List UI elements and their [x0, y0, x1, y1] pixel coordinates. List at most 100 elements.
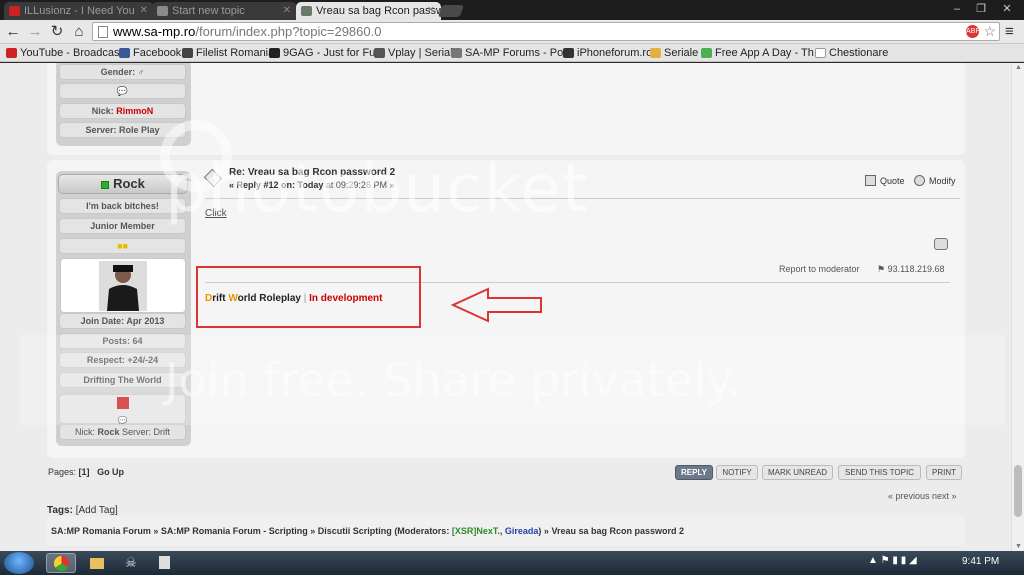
breadcrumb-sep: » — [153, 526, 159, 536]
url-path: /forum/index.php?topic=29860.0 — [195, 24, 382, 39]
poster-join-date: Join Date: Apr 2013 — [59, 313, 186, 329]
moderator-link[interactable]: Gireada — [505, 526, 539, 536]
breadcrumb-sep: » — [310, 526, 316, 536]
nick-value: RimmoN — [116, 106, 154, 116]
watermark-slogan: Join free. Share privately. — [165, 353, 742, 407]
address-bar[interactable]: www.sa-mp.ro/forum/index.php?topic=29860… — [92, 22, 1000, 41]
filelist-icon — [182, 48, 193, 58]
poster-nick-line: Nick: Rock Server: Drift — [59, 424, 186, 440]
bookmark-filelist[interactable]: Filelist Romania — [182, 45, 274, 61]
scroll-up-icon[interactable]: ▲ — [1015, 64, 1022, 71]
bookmark-youtube[interactable]: YouTube - Broadcas... — [6, 45, 129, 61]
window-close-icon[interactable]: ✕ — [996, 0, 1018, 18]
ip-text: 93.118.219.68 — [887, 264, 945, 274]
bookmark-label: YouTube - Broadcas... — [20, 47, 129, 59]
start-button[interactable] — [4, 552, 34, 574]
avatar — [60, 258, 186, 313]
bookmark-free-app[interactable]: Free App A Day - Th... — [701, 45, 823, 61]
tab-start-new-topic[interactable]: Start new topic ✕ — [152, 2, 297, 20]
server-text: Server: Role Play — [85, 125, 160, 135]
chrome-icon — [54, 556, 69, 571]
vplay-icon — [374, 48, 385, 58]
iphoneforum-icon — [563, 48, 574, 58]
online-status-icon — [101, 180, 110, 189]
scrollbar[interactable]: ▲ ▼ — [1011, 63, 1024, 551]
moderator-link[interactable]: [XSR]NexT. — [452, 526, 500, 536]
notify-button[interactable]: NOTIFY — [716, 465, 758, 480]
clock[interactable]: 9:41 PM — [962, 556, 999, 567]
game-task[interactable]: ☠ — [116, 553, 146, 573]
send-topic-button[interactable]: SEND THIS TOPIC — [838, 465, 921, 480]
close-icon[interactable]: ✕ — [140, 2, 148, 20]
chat-icon[interactable]: 💬 — [117, 86, 128, 96]
add-tag-link[interactable]: [Add Tag] — [76, 505, 118, 516]
chrome-task[interactable] — [46, 553, 76, 573]
minimize-icon[interactable]: – — [946, 0, 968, 18]
tray-icons[interactable]: ▲ ⚑ ▮ ▮ ◢ — [868, 555, 917, 566]
bookmark-label: 9GAG - Just for Fun! — [283, 47, 385, 59]
bookmark-samp-forums[interactable]: SA-MP Forums - Po... — [451, 45, 572, 61]
forward-icon[interactable]: → — [26, 23, 44, 41]
tags: Tags: [Add Tag] — [47, 505, 118, 516]
tab-current[interactable]: Vreau sa bag Rcon passw ✕ — [296, 2, 441, 20]
rank-stars-icon: ■■ — [117, 241, 128, 251]
free-app-icon — [701, 48, 712, 58]
bookmark-iphoneforum[interactable]: iPhoneforum.ro — [563, 45, 652, 61]
calculator-task[interactable] — [150, 553, 180, 573]
prev-next-links[interactable]: « previous next » — [888, 491, 957, 501]
page-icon — [98, 26, 108, 38]
bookmark-label: Vplay | Seriale — [388, 47, 459, 59]
close-icon[interactable]: ✕ — [427, 2, 435, 20]
reload-icon[interactable]: ↻ — [48, 23, 66, 41]
new-tab-button[interactable] — [437, 5, 465, 17]
home-icon[interactable]: ⌂ — [70, 23, 88, 41]
breadcrumb-forum[interactable]: SA:MP Romania Forum — [51, 526, 151, 536]
modify-label: Modify — [929, 176, 956, 186]
poster-gender: Gender: ♂ — [59, 64, 186, 80]
pages-label: Pages: — [48, 467, 77, 477]
reply-button[interactable]: REPLY — [675, 465, 713, 480]
bookmark-9gag[interactable]: 9GAG - Just for Fun! — [269, 45, 384, 61]
scroll-thumb[interactable] — [1014, 465, 1022, 517]
extension-icon[interactable]: ABP — [966, 25, 980, 38]
ip-address: ⚑ 93.118.219.68 — [877, 264, 944, 275]
bookmark-vplay[interactable]: Vplay | Seriale — [374, 45, 459, 61]
poster-stars: ■■ — [59, 238, 186, 254]
current-page[interactable]: [1] — [79, 467, 90, 477]
go-up-link[interactable]: Go Up — [97, 467, 124, 477]
poster-nick: Nick: RimmoN — [59, 103, 186, 119]
bookmark-facebook[interactable]: Facebook — [119, 45, 181, 61]
print-button[interactable]: PRINT — [926, 465, 962, 480]
mark-unread-button[interactable]: MARK UNREAD — [762, 465, 833, 480]
report-to-moderator-link[interactable]: Report to moderator — [779, 264, 860, 274]
author-name: Rock — [113, 176, 145, 191]
breadcrumb-discutii[interactable]: Discutii Scripting — [318, 526, 392, 536]
scroll-down-icon[interactable]: ▼ — [1015, 543, 1022, 550]
quote-icon — [865, 175, 876, 186]
breadcrumb-scripting[interactable]: SA:MP Romania Forum - Scripting — [161, 526, 308, 536]
close-icon[interactable]: ✕ — [283, 2, 291, 20]
quote-button[interactable]: Quote — [865, 175, 905, 187]
avatar-image — [99, 261, 147, 311]
watermark-text: photobucket — [165, 150, 589, 227]
star-icon[interactable]: ☆ — [983, 23, 996, 40]
bookmark-label: Seriale — [664, 47, 699, 59]
alien-icon: ☠ — [125, 555, 137, 570]
nick-label: Nick: — [74, 427, 95, 437]
tab-youtube[interactable]: ILLusionz - I Need You ✕ — [4, 2, 154, 20]
youtube-icon — [9, 6, 20, 16]
bookmark-chestionare[interactable]: Chestionare — [815, 45, 888, 61]
breadcrumb-topic[interactable]: Vreau sa bag Rcon password 2 — [551, 526, 684, 536]
explorer-task[interactable] — [82, 553, 112, 573]
sig-status: In development — [309, 293, 383, 304]
bookmark-label: iPhoneforum.ro — [577, 47, 653, 59]
restore-icon[interactable]: ❐ — [970, 0, 992, 18]
back-icon[interactable]: ← — [4, 23, 22, 41]
tab-title: Start new topic — [172, 5, 245, 17]
modify-button[interactable]: Modify — [914, 175, 956, 187]
menu-icon[interactable]: ≡ — [1005, 23, 1019, 41]
status-text: I'm back bitches! — [86, 201, 159, 211]
youtube-icon — [6, 48, 17, 58]
bookmark-seriale[interactable]: Seriale — [650, 45, 698, 61]
edit-icon[interactable] — [934, 238, 948, 250]
